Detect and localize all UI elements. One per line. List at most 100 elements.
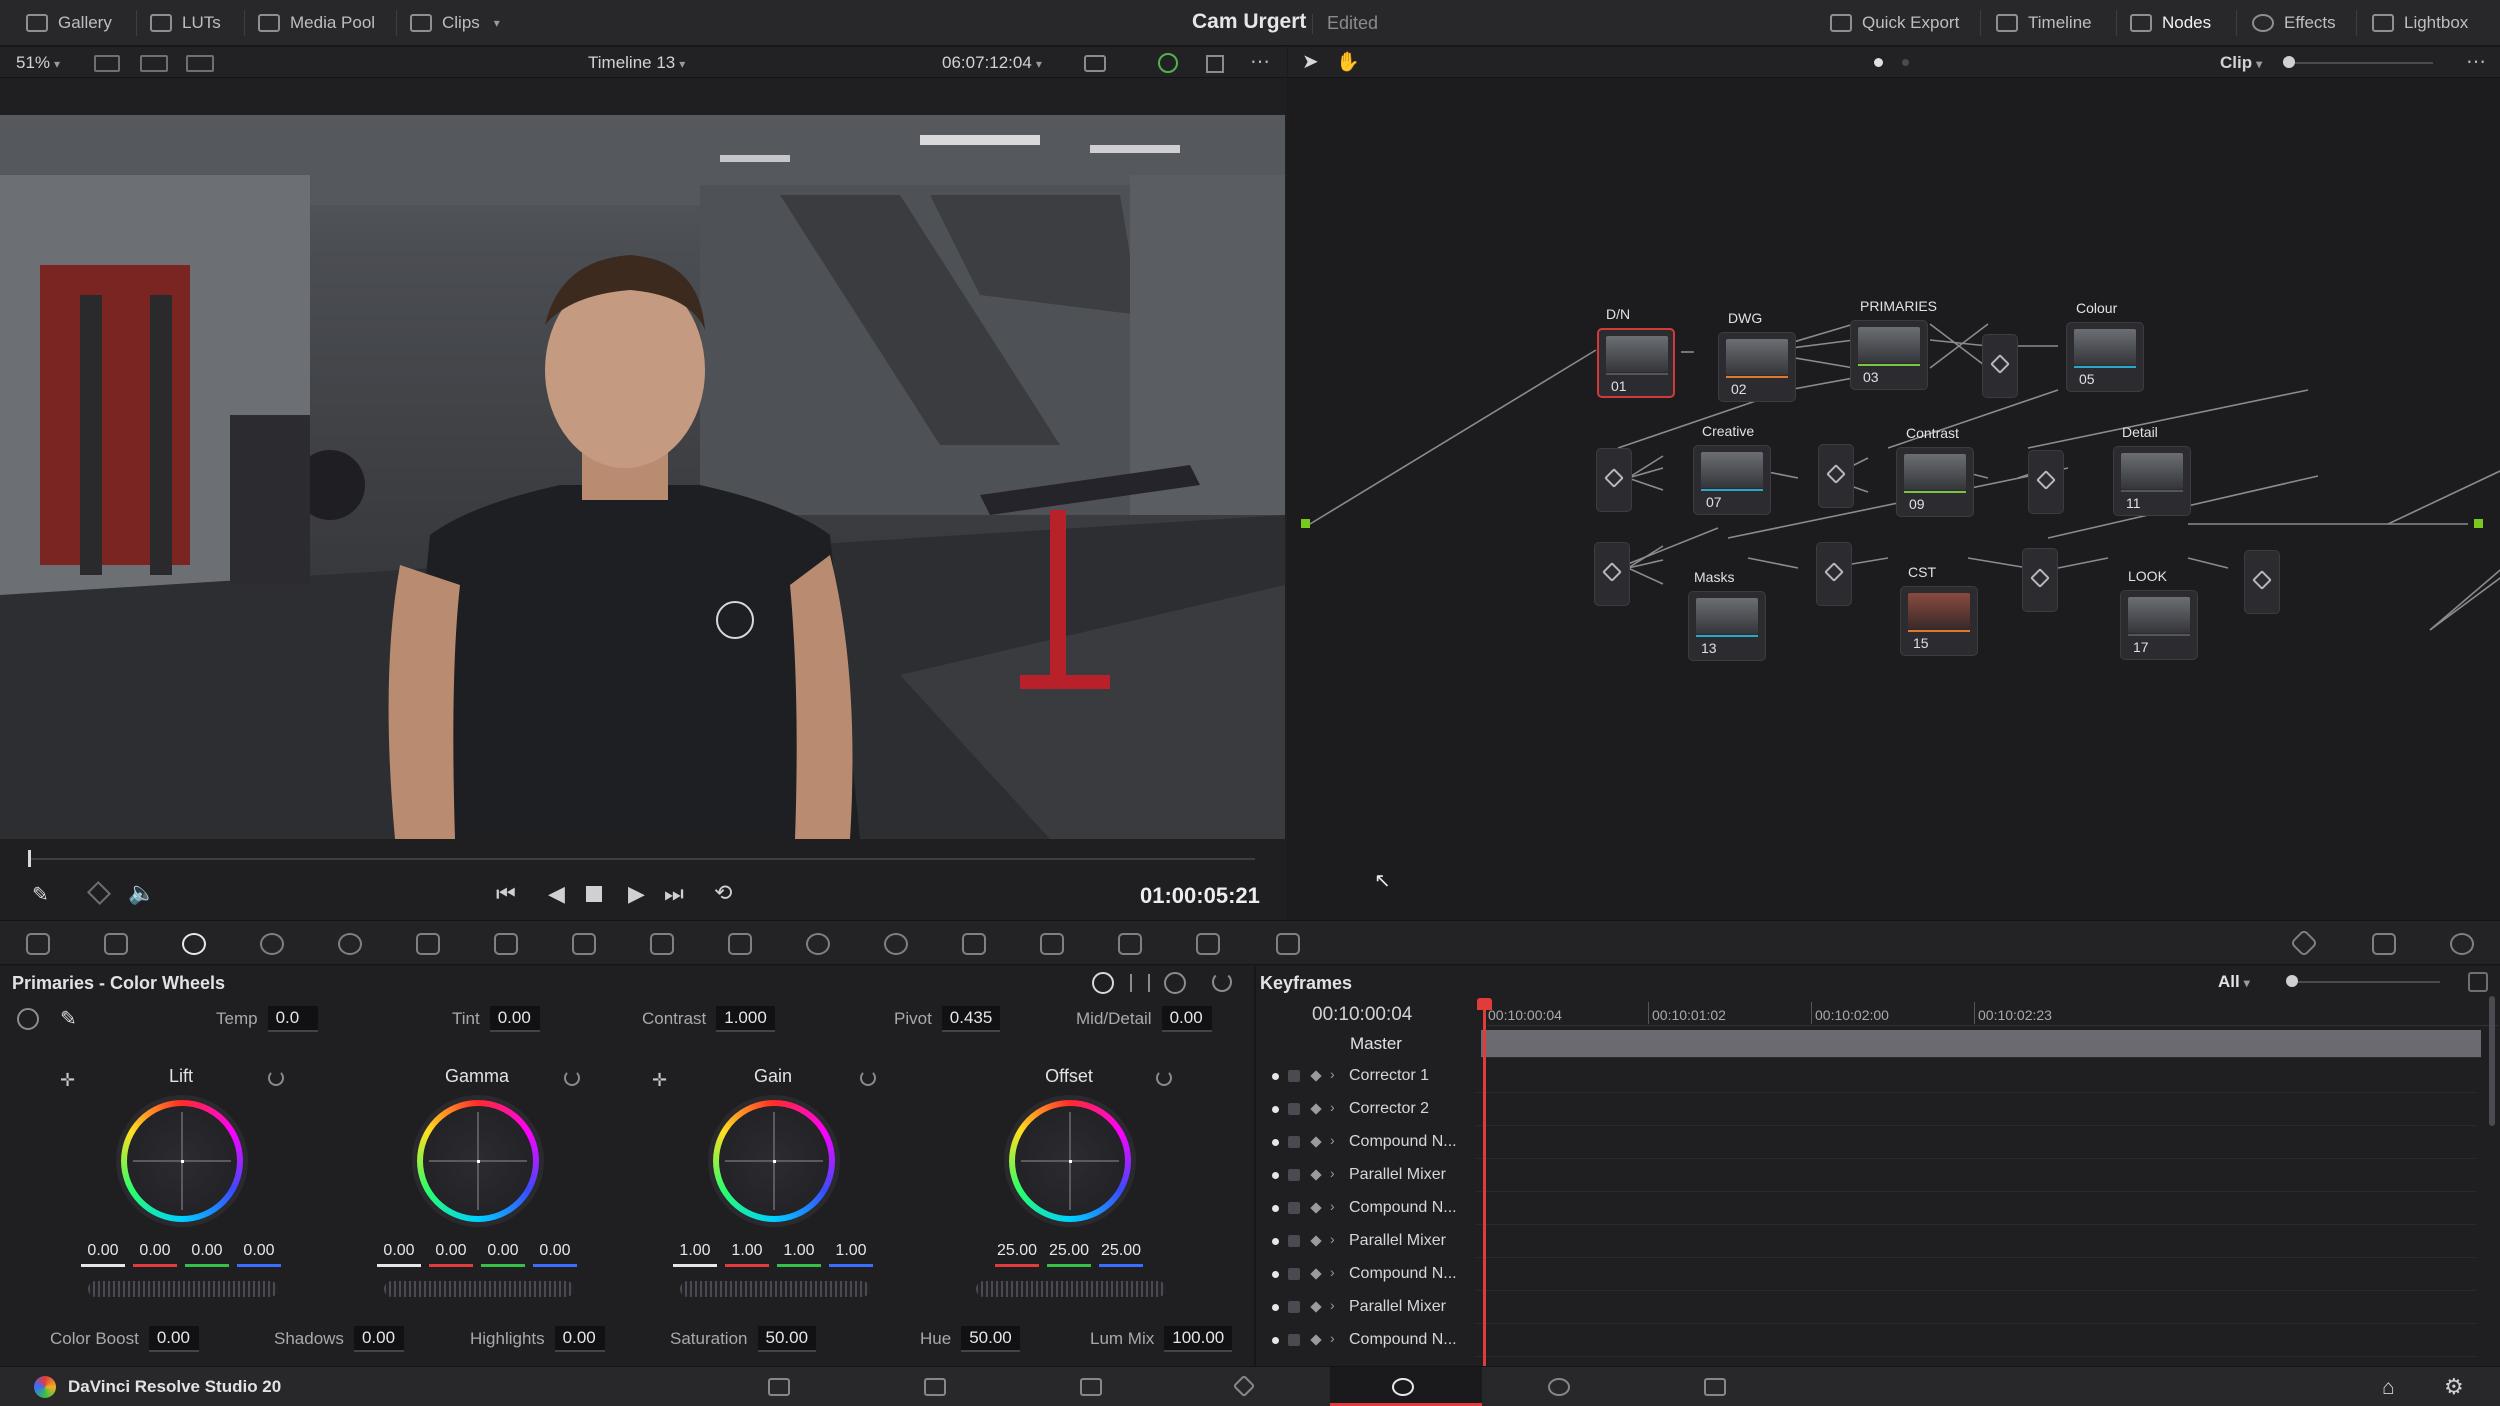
saturation-field[interactable]: 50.00 bbox=[757, 1326, 817, 1352]
chevron-right-icon[interactable]: › bbox=[1330, 1132, 1335, 1148]
keyframe-track-row[interactable]: › Compound N... bbox=[1256, 1192, 2500, 1225]
node-input-port[interactable] bbox=[1301, 519, 1310, 528]
node-05[interactable]: 05 bbox=[2066, 322, 2144, 392]
reset-icon[interactable] bbox=[268, 1070, 284, 1086]
curves-icon[interactable] bbox=[494, 933, 518, 955]
3d-icon[interactable] bbox=[1276, 933, 1300, 955]
lock-icon[interactable] bbox=[1288, 1202, 1300, 1214]
page-dot-icon[interactable] bbox=[1902, 59, 1909, 66]
edit-page-tab[interactable] bbox=[1018, 1367, 1170, 1406]
keyframes-panel-icon[interactable] bbox=[2289, 928, 2319, 958]
play-reverse-icon[interactable]: ◀ bbox=[548, 881, 565, 907]
layer-mixer-node[interactable] bbox=[2022, 548, 2058, 612]
eyedropper-qualifier-icon[interactable] bbox=[728, 933, 752, 955]
lift-b-field[interactable]: 0.00 bbox=[237, 1242, 281, 1267]
gamma-b-field[interactable]: 0.00 bbox=[533, 1242, 577, 1267]
chevron-right-icon[interactable]: › bbox=[1330, 1231, 1335, 1247]
single-viewer-icon[interactable] bbox=[94, 55, 120, 72]
hue-field[interactable]: 50.00 bbox=[961, 1326, 1020, 1352]
node-02[interactable]: 02 bbox=[1718, 332, 1796, 402]
layer-mixer-node[interactable] bbox=[2028, 450, 2064, 514]
effects-button[interactable]: Effects bbox=[2252, 0, 2336, 46]
keyframe-diamond-icon[interactable] bbox=[1310, 1136, 1322, 1148]
blur-icon[interactable] bbox=[1040, 933, 1064, 955]
keyframe-diamond-icon[interactable] bbox=[1310, 1268, 1322, 1280]
nodes-button[interactable]: Nodes bbox=[2130, 0, 2211, 46]
reset-icon[interactable] bbox=[564, 1070, 580, 1086]
shadows-field[interactable]: 0.00 bbox=[353, 1326, 404, 1352]
more-options-icon[interactable]: ⋯ bbox=[2466, 49, 2486, 74]
chevron-right-icon[interactable]: › bbox=[1330, 1099, 1335, 1115]
magic-mask-icon[interactable] bbox=[962, 933, 986, 955]
node-13[interactable]: 13 bbox=[1688, 591, 1766, 661]
keyframe-diamond-icon[interactable] bbox=[1310, 1301, 1322, 1313]
keyframe-track-row[interactable]: › Corrector 1 bbox=[1256, 1060, 2500, 1093]
keyframe-diamond-icon[interactable] bbox=[1310, 1070, 1322, 1082]
luts-button[interactable]: LUTs bbox=[150, 0, 221, 46]
stop-icon[interactable] bbox=[586, 886, 602, 902]
keyframe-diamond-icon[interactable] bbox=[1310, 1103, 1322, 1115]
media-pool-button[interactable]: Media Pool bbox=[258, 0, 375, 46]
gamma-y-field[interactable]: 0.00 bbox=[377, 1242, 421, 1267]
node-17[interactable]: 17 bbox=[2120, 590, 2198, 660]
gain-master-slider[interactable] bbox=[680, 1281, 870, 1297]
window-icon[interactable] bbox=[806, 933, 830, 955]
color-boost-field[interactable]: 0.00 bbox=[148, 1326, 199, 1352]
node-01[interactable]: 01 bbox=[1597, 328, 1675, 398]
keyframe-track-row[interactable]: › Corrector 2 bbox=[1256, 1093, 2500, 1126]
lift-y-field[interactable]: 0.00 bbox=[81, 1242, 125, 1267]
node-15[interactable]: 15 bbox=[1900, 586, 1978, 656]
gamma-wheel[interactable] bbox=[417, 1100, 539, 1222]
cut-page-tab[interactable] bbox=[862, 1367, 1014, 1406]
offset-wheel[interactable] bbox=[1009, 1100, 1131, 1222]
master-track[interactable]: Master bbox=[1256, 1028, 2500, 1061]
zoom-dropdown[interactable]: 51% ▾ bbox=[16, 53, 60, 73]
temp-field[interactable]: 0.0 bbox=[267, 1006, 318, 1032]
keyframe-zoom-handle[interactable] bbox=[2286, 975, 2298, 987]
node-03[interactable]: 03 bbox=[1850, 320, 1928, 390]
scopes-icon[interactable] bbox=[2372, 933, 2396, 955]
contrast-field[interactable]: 1.000 bbox=[716, 1006, 775, 1032]
tint-field[interactable]: 0.00 bbox=[489, 1006, 540, 1032]
motion-effects-icon[interactable] bbox=[416, 933, 440, 955]
color-warper-icon[interactable] bbox=[572, 933, 596, 955]
node-output-port[interactable] bbox=[2474, 519, 2483, 528]
settings-gear-icon[interactable]: ⚙ bbox=[2444, 1374, 2464, 1400]
keyframe-diamond-icon[interactable] bbox=[1310, 1202, 1322, 1214]
scrubber-track[interactable] bbox=[30, 858, 1255, 860]
color-wheels-icon[interactable] bbox=[182, 933, 206, 955]
eyedropper-icon[interactable]: ✎ bbox=[32, 882, 49, 907]
bars-mode-icon[interactable] bbox=[1130, 974, 1150, 992]
clips-button[interactable]: Clips ▾ bbox=[410, 0, 500, 46]
highlights-field[interactable]: 0.00 bbox=[554, 1326, 605, 1352]
lock-icon[interactable] bbox=[1288, 1169, 1300, 1181]
keyframe-track-row[interactable]: › Compound N... bbox=[1256, 1258, 2500, 1291]
key-icon[interactable] bbox=[1118, 933, 1142, 955]
lock-icon[interactable] bbox=[1288, 1070, 1300, 1082]
pointer-tool-icon[interactable]: ➤ bbox=[1302, 49, 1319, 74]
layer-mixer-node[interactable] bbox=[1594, 542, 1630, 606]
layer-mixer-node[interactable] bbox=[1816, 542, 1852, 606]
keyframe-diamond-icon[interactable] bbox=[1310, 1169, 1322, 1181]
reset-all-icon[interactable] bbox=[1212, 972, 1232, 992]
lock-icon[interactable] bbox=[1288, 1334, 1300, 1346]
chevron-right-icon[interactable]: › bbox=[1330, 1165, 1335, 1181]
playhead[interactable] bbox=[1483, 1002, 1486, 1366]
fullscreen-icon[interactable] bbox=[1206, 55, 1224, 73]
keyframe-track-row[interactable]: › Compound N... bbox=[1256, 1324, 2500, 1357]
lock-icon[interactable] bbox=[1288, 1268, 1300, 1280]
reset-icon[interactable] bbox=[1156, 1070, 1172, 1086]
tracker-icon[interactable] bbox=[884, 933, 908, 955]
keyframe-ruler[interactable]: 00:10:00:04 00:10:01:02 00:10:02:00 00:1… bbox=[1488, 1002, 2498, 1026]
keyframe-diamond-icon[interactable] bbox=[1310, 1334, 1322, 1346]
loop-icon[interactable]: ⟲ bbox=[714, 880, 732, 906]
auto-balance-icon[interactable] bbox=[17, 1008, 39, 1030]
chevron-right-icon[interactable]: › bbox=[1330, 1198, 1335, 1214]
keyframe-diamond-icon[interactable] bbox=[1310, 1235, 1322, 1247]
gain-b-field[interactable]: 1.00 bbox=[829, 1242, 873, 1267]
volume-icon[interactable]: 🔈 bbox=[128, 880, 155, 906]
offset-b-field[interactable]: 25.00 bbox=[1099, 1242, 1143, 1267]
expand-icon[interactable] bbox=[2468, 972, 2488, 992]
lift-master-slider[interactable] bbox=[88, 1281, 278, 1297]
lock-icon[interactable] bbox=[1288, 1103, 1300, 1115]
